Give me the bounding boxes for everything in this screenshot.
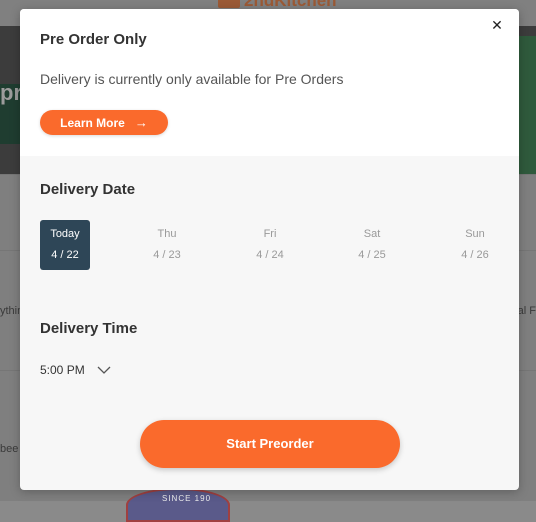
day-option-sun[interactable]: Sun 4 / 26 bbox=[450, 220, 500, 270]
day-name: Sat bbox=[363, 228, 381, 240]
day-name: Sun bbox=[465, 228, 485, 240]
arrow-right-icon: → bbox=[134, 115, 148, 130]
day-option-sat[interactable]: Sat 4 / 25 bbox=[347, 220, 397, 270]
day-name: Fri bbox=[263, 228, 277, 240]
day-name: Thu bbox=[157, 228, 177, 240]
day-option-thu[interactable]: Thu 4 / 23 bbox=[142, 220, 192, 270]
day-date: 4 / 25 bbox=[358, 249, 386, 261]
chevron-down-icon bbox=[97, 366, 111, 374]
learn-more-button[interactable]: Learn More → bbox=[40, 110, 168, 135]
delivery-time-label: Delivery Time bbox=[40, 320, 138, 337]
start-preorder-button[interactable]: Start Preorder bbox=[140, 420, 400, 468]
delivery-date-label: Delivery Date bbox=[40, 181, 136, 198]
delivery-date-picker: Today 4 / 22 Thu 4 / 23 Fri 4 / 24 Sat 4… bbox=[40, 220, 500, 270]
bg-text-bottom: bee bbox=[0, 443, 19, 455]
delivery-time-select[interactable]: 5:00 PM bbox=[40, 363, 111, 377]
preorder-modal: ✕ Pre Order Only Delivery is currently o… bbox=[20, 9, 519, 490]
day-option-fri[interactable]: Fri 4 / 24 bbox=[245, 220, 295, 270]
day-date: 4 / 22 bbox=[51, 249, 79, 261]
hero-right-panel bbox=[518, 36, 536, 174]
day-option-today[interactable]: Today 4 / 22 bbox=[40, 220, 90, 270]
learn-more-label: Learn More bbox=[60, 115, 125, 130]
logo-mark bbox=[218, 0, 240, 8]
bg-badge: SINCE 190 bbox=[126, 488, 230, 522]
day-date: 4 / 24 bbox=[256, 249, 284, 261]
close-icon[interactable]: ✕ bbox=[487, 15, 507, 35]
day-date: 4 / 26 bbox=[461, 249, 489, 261]
modal-message: Delivery is currently only available for… bbox=[40, 71, 344, 87]
bg-badge-text: SINCE 190 bbox=[162, 494, 212, 503]
day-name: Today bbox=[50, 228, 80, 240]
day-date: 4 / 23 bbox=[153, 249, 181, 261]
modal-title: Pre Order Only bbox=[40, 31, 147, 48]
bg-text-right: al F bbox=[517, 305, 536, 317]
hero-text: pr bbox=[0, 80, 22, 105]
modal-top-section: ✕ Pre Order Only Delivery is currently o… bbox=[20, 9, 519, 156]
delivery-time-value: 5:00 PM bbox=[40, 363, 85, 377]
